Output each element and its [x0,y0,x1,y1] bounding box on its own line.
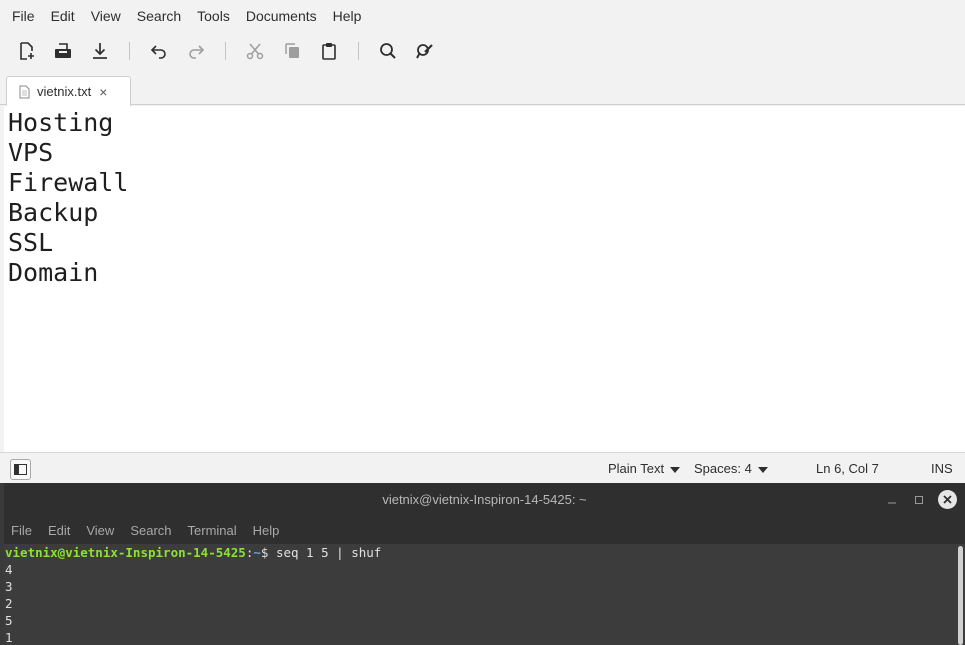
terminal-output-line: 4 [5,562,13,577]
terminal-window: vietnix@vietnix-Inspiron-14-5425: ~ File… [4,483,965,645]
text-line: Backup [8,198,99,227]
copy-icon [285,43,299,58]
terminal-output-line: 2 [5,596,13,611]
maximize-button[interactable] [915,483,923,516]
terminal-menu-edit[interactable]: Edit [40,523,78,538]
replace-icon [416,44,433,59]
terminal-menu-view[interactable]: View [78,523,122,538]
terminal-titlebar[interactable]: vietnix@vietnix-Inspiron-14-5425: ~ [4,483,965,516]
chevron-down-icon [757,466,768,473]
terminal-menubar: File Edit View Search Terminal Help [4,516,965,544]
menu-help[interactable]: Help [325,0,370,32]
scrollbar-thumb[interactable] [958,546,963,645]
close-icon [943,495,952,504]
terminal-output-line: 1 [5,630,13,645]
replace-button[interactable] [413,39,437,63]
language-selector[interactable]: Plain Text [608,453,681,484]
terminal-scrollbar[interactable] [956,544,965,645]
text-line: SSL [8,228,54,257]
toolbar-separator [358,42,359,60]
cut-button[interactable] [243,39,267,63]
save-button[interactable] [88,39,112,63]
terminal-menu-search[interactable]: Search [122,523,179,538]
terminal-output-line: 3 [5,579,13,594]
terminal-output-line: 5 [5,613,13,628]
copy-button[interactable] [280,39,304,63]
terminal-menu-terminal[interactable]: Terminal [180,523,245,538]
text-line: VPS [8,138,54,167]
menu-documents[interactable]: Documents [238,0,325,32]
insert-mode-indicator[interactable]: INS [931,453,953,484]
side-panel-toggle-button[interactable] [10,459,31,480]
search-button[interactable] [376,39,400,63]
terminal-prompt-line: vietnix@vietnix-Inspiron-14-5425:~$ seq … [5,544,956,561]
editor-menubar: File Edit View Search Tools Documents He… [0,0,965,32]
cut-icon [246,43,264,60]
text-line: Firewall [8,168,129,197]
redo-button[interactable] [184,39,208,63]
chevron-down-icon [670,466,681,473]
menu-edit[interactable]: Edit [43,0,83,32]
minimize-button[interactable] [888,483,896,516]
editor-toolbar [0,33,965,69]
language-label: Plain Text [608,461,665,476]
undo-icon [150,45,166,59]
text-line: Domain [8,258,99,287]
save-icon [93,43,107,59]
paste-icon [322,43,336,60]
prompt-user-host: vietnix@vietnix-Inspiron-14-5425 [5,545,246,560]
terminal-menu-help[interactable]: Help [245,523,288,538]
side-panel-icon [14,464,27,475]
terminal-title: vietnix@vietnix-Inspiron-14-5425: ~ [382,492,587,507]
menu-view[interactable]: View [83,0,129,32]
undo-button[interactable] [147,39,171,63]
menu-tools[interactable]: Tools [189,0,238,32]
redo-icon [189,45,205,59]
terminal-output-area[interactable]: vietnix@vietnix-Inspiron-14-5425:~$ seq … [4,544,956,645]
paste-button[interactable] [317,39,341,63]
tab-vietnix-txt[interactable]: vietnix.txt × [6,76,131,106]
close-button[interactable] [938,490,957,509]
prompt-path: ~ [253,545,261,560]
tab-label: vietnix.txt [37,84,92,99]
text-editing-area[interactable]: Hosting VPS Firewall Backup SSL Domain [4,106,965,452]
cursor-position[interactable]: Ln 6, Col 7 [816,453,879,484]
tab-width-selector[interactable]: Spaces: 4 [694,453,768,484]
menu-search[interactable]: Search [129,0,189,32]
open-button[interactable] [51,39,75,63]
new-document-icon [20,42,34,60]
tab-width-label: Spaces: 4 [694,461,752,476]
terminal-menu-file[interactable]: File [4,523,40,538]
toolbar-separator [129,42,130,60]
menu-file[interactable]: File [4,0,43,32]
open-icon [55,43,71,58]
maximize-icon [915,495,923,504]
minimize-icon [888,502,896,504]
prompt-command: seq 1 5 | shuf [268,545,382,560]
document-tab-bar: vietnix.txt × [0,73,965,106]
new-document-button[interactable] [14,39,38,63]
text-document-icon [19,85,30,98]
editor-statusbar: Plain Text Spaces: 4 Ln 6, Col 7 INS [0,452,965,483]
tab-close-icon[interactable]: × [99,84,107,100]
toolbar-separator [225,42,226,60]
text-line: Hosting [8,108,114,137]
search-icon [380,43,396,59]
text-editor-window: File Edit View Search Tools Documents He… [0,0,965,483]
